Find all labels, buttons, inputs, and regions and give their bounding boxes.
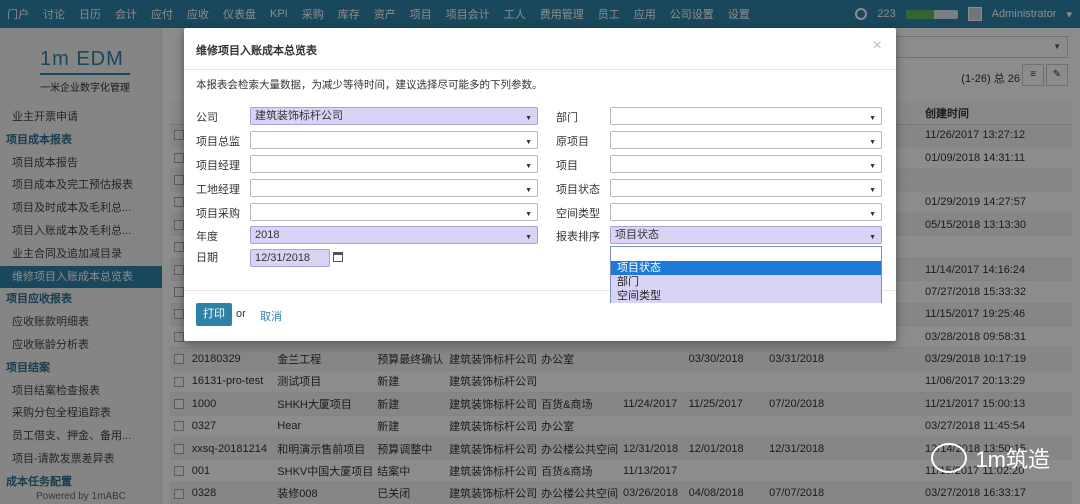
field-select[interactable] xyxy=(250,131,538,151)
field-label: 空间类型 xyxy=(556,208,600,220)
sort-dropdown-list[interactable]: 项目状态 部门 空间类型 xyxy=(610,246,882,303)
or-text: or xyxy=(236,308,246,320)
dropdown-option-blank[interactable] xyxy=(611,247,881,261)
dropdown-option[interactable]: 部门 xyxy=(611,275,881,289)
field-select[interactable] xyxy=(610,107,882,127)
field-label: 项目总监 xyxy=(196,136,240,148)
dropdown-option[interactable]: 项目状态 xyxy=(611,261,881,275)
dialog-description: 本报表会检索大量数据，为减少等待时间，建议选择尽可能多的下列参数。 xyxy=(196,79,543,91)
field-label: 报表排序 xyxy=(556,231,600,243)
field-label: 公司 xyxy=(196,112,218,124)
field-label: 工地经理 xyxy=(196,184,240,196)
watermark-text: 1m筑造 xyxy=(975,447,1050,472)
field-select[interactable] xyxy=(250,179,538,199)
close-icon[interactable]: × xyxy=(873,37,882,55)
field-select[interactable]: 2018 xyxy=(250,226,538,246)
field-label: 年度 xyxy=(196,231,218,243)
dropdown-option[interactable]: 空间类型 xyxy=(611,289,881,303)
calendar-icon[interactable] xyxy=(333,252,343,262)
watermark: 1m筑造 xyxy=(931,442,1050,474)
dialog-title: 维修项目入账成本总览表 xyxy=(196,45,317,57)
field-select[interactable] xyxy=(610,179,882,199)
report-dialog: 维修项目入账成本总览表 × 本报表会检索大量数据，为减少等待时间，建议选择尽可能… xyxy=(184,28,896,341)
print-button[interactable]: 打印 xyxy=(196,303,232,326)
date-input[interactable]: 12/31/2018 xyxy=(250,249,330,267)
field-select[interactable] xyxy=(250,203,538,223)
field-select[interactable] xyxy=(250,155,538,175)
field-select[interactable]: 建筑装饰标杆公司 xyxy=(250,107,538,127)
field-select[interactable] xyxy=(610,131,882,151)
field-select[interactable] xyxy=(610,155,882,175)
field-label: 部门 xyxy=(556,112,578,124)
field-select[interactable]: 项目状态 xyxy=(610,226,882,246)
wechat-icon xyxy=(931,443,968,473)
cancel-link[interactable]: 取消 xyxy=(260,308,282,324)
field-label: 原项目 xyxy=(556,136,589,148)
field-label: 项目经理 xyxy=(196,160,240,172)
field-label: 项目状态 xyxy=(556,184,600,196)
field-select[interactable] xyxy=(610,203,882,223)
field-label: 项目采购 xyxy=(196,208,240,220)
dialog-header: 维修项目入账成本总览表 × xyxy=(184,28,896,70)
date-label: 日期 xyxy=(196,252,218,264)
field-label: 项目 xyxy=(556,160,578,172)
